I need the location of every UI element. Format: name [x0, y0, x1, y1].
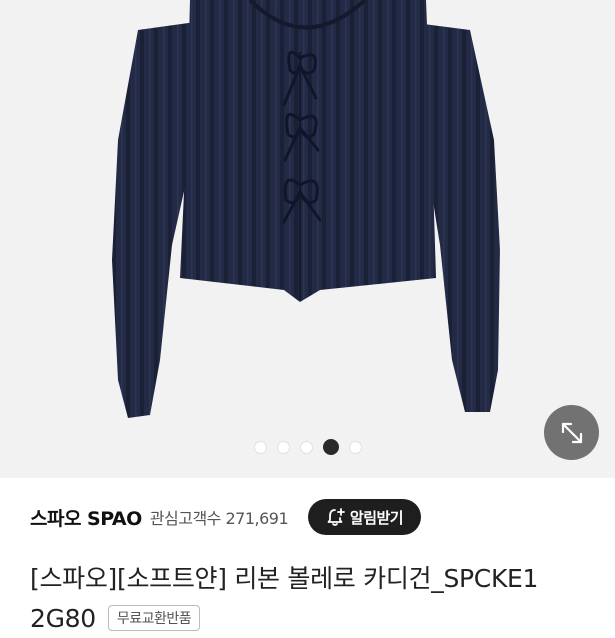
bell-plus-icon [327, 508, 345, 526]
product-title-line2-row: 2G80 무료교환반품 [30, 598, 201, 638]
carousel-indicators [0, 439, 615, 455]
notify-button[interactable]: 알림받기 [308, 499, 421, 535]
product-photo [112, 0, 500, 418]
carousel-dot[interactable] [348, 440, 362, 454]
notify-button-label: 알림받기 [349, 508, 404, 527]
carousel-dot[interactable] [299, 440, 313, 454]
interest-count: 관심고객수 271,691 [149, 509, 289, 528]
product-image-carousel[interactable] [0, 0, 615, 478]
brand-name[interactable]: 스파오 SPAO [30, 504, 142, 531]
carousel-dot[interactable] [276, 440, 290, 454]
brand-row: 스파오 SPAO 관심고객수 271,691 알림받기 [30, 498, 585, 536]
cardigan-body [180, 0, 436, 302]
free-return-badge: 무료교환반품 [107, 605, 201, 631]
carousel-dot[interactable] [322, 439, 339, 455]
carousel-dot[interactable] [253, 440, 267, 454]
product-title: [스파오][소프트얀] 리본 볼레로 카디건_SPCKE1 [30, 564, 539, 593]
product-title-continued: 2G80 [30, 603, 96, 633]
